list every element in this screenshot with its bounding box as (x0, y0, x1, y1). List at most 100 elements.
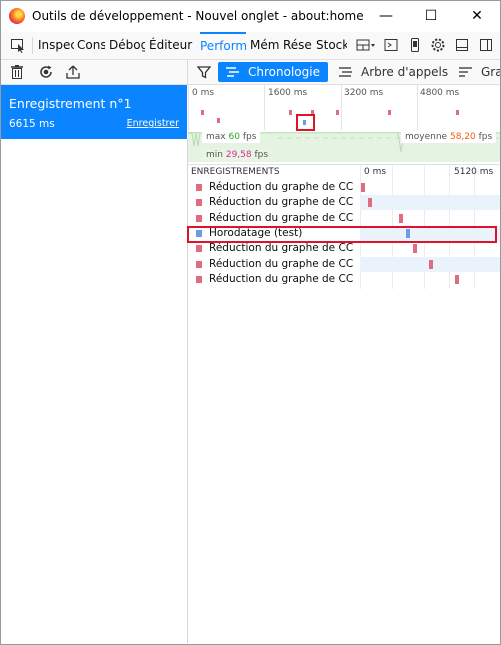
marker-swatch (196, 275, 202, 283)
maximize-button[interactable]: ☐ (408, 1, 454, 31)
title-bar: Outils de développement - Nouvel onglet … (1, 1, 500, 31)
waterfall-marker (428, 259, 433, 269)
overview-marker (388, 110, 391, 115)
waterfall-row-label: Réduction du graphe de CC (209, 211, 354, 224)
recordings-toolbar (1, 60, 188, 85)
tab-flame-graph-label: Gra (481, 65, 500, 79)
tab-performance[interactable]: Perform (200, 32, 246, 59)
close-window-button[interactable]: ✕ (454, 1, 500, 31)
recording-title: Enregistrement n°1 (9, 96, 132, 111)
tab-flame-graph[interactable]: Gra (456, 62, 500, 82)
toolbox-separator (32, 37, 33, 54)
tab-style-editor[interactable]: Éditeur d (149, 32, 195, 59)
waterfall-track (360, 272, 500, 287)
waterfall-row[interactable]: Réduction du graphe de CC (188, 241, 500, 256)
waterfall-header-label: ENREGISTREMENTS (191, 167, 280, 177)
fps-min-value: 29,58 (225, 150, 252, 160)
tab-console[interactable]: Cons (77, 32, 105, 59)
overview-gridline (264, 85, 265, 130)
waterfall-marker (399, 213, 404, 223)
overview-marker (217, 118, 220, 123)
timeline-icon (225, 65, 240, 85)
record-icon[interactable] (38, 64, 54, 80)
recording-item[interactable]: Enregistrement n°1 6615 ms Enregistrer (1, 85, 187, 139)
timeline-overview[interactable]: 0 ms 1600 ms 3200 ms 4800 ms max 60 fps … (188, 85, 500, 163)
fps-max: max 60 fps (202, 131, 261, 143)
fps-max-value: 60 (228, 132, 240, 142)
waterfall-row-label: Réduction du graphe de CC (209, 181, 354, 193)
waterfall-row[interactable]: Réduction du graphe de CC (188, 272, 500, 287)
filter-icon[interactable] (196, 64, 212, 80)
save-recording-link[interactable]: Enregistrer (127, 118, 179, 129)
pick-element-icon[interactable] (10, 37, 26, 53)
overview-tick: 0 ms (192, 88, 215, 98)
overview-gridline (417, 85, 418, 130)
firefox-logo-icon (9, 8, 25, 24)
overview-marker (201, 110, 204, 115)
call-tree-icon (338, 65, 353, 85)
overview-marker (336, 110, 339, 115)
waterfall-tick: 5120 ms (454, 167, 494, 177)
waterfall-marker (455, 274, 460, 284)
waterfall-track (360, 211, 500, 226)
tab-timeline[interactable]: Chronologie (218, 62, 328, 82)
waterfall-tick: 0 ms (364, 167, 387, 177)
fps-min-label: min (206, 150, 223, 160)
waterfall-row[interactable]: Réduction du graphe de CC (188, 256, 500, 272)
dock-icon[interactable] (454, 37, 470, 53)
minimize-button[interactable]: — (363, 1, 409, 31)
window-title: Outils de développement - Nouvel onglet … (32, 9, 364, 23)
import-icon[interactable] (65, 64, 81, 80)
tab-debugger[interactable]: Débog (109, 32, 145, 59)
fps-max-label: max (206, 132, 226, 142)
waterfall-marker (361, 183, 366, 192)
fps-max-unit: fps (242, 132, 257, 142)
flame-graph-icon (458, 65, 473, 82)
overview-tick: 3200 ms (344, 88, 384, 98)
waterfall-track (360, 241, 500, 256)
marker-swatch (196, 199, 202, 207)
toolbox-tabbar: Inspec Cons Débog Éditeur d Perform Mém … (1, 32, 500, 60)
settings-icon[interactable] (430, 37, 446, 53)
tab-network[interactable]: Rése (283, 32, 312, 59)
overview-gridline (341, 85, 342, 130)
fps-average-unit: fps (478, 132, 493, 142)
fps-average-label: moyenne (405, 132, 448, 142)
console-split-icon[interactable] (383, 37, 399, 53)
overview-marker (289, 110, 292, 115)
waterfall-row-label: Réduction du graphe de CC (209, 242, 354, 255)
responsive-icon[interactable] (407, 37, 423, 53)
tab-timeline-label: Chronologie (248, 65, 320, 79)
overview-gridline (188, 85, 189, 130)
tab-memory[interactable]: Mém (250, 32, 279, 59)
waterfall-header: ENREGISTREMENTS 0 ms 5120 ms (188, 165, 500, 180)
marker-swatch (196, 184, 202, 191)
waterfall-marker (413, 244, 418, 254)
marker-swatch (196, 260, 202, 268)
fps-average-value: 58,20 (449, 132, 476, 142)
waterfall-empty-area (188, 289, 500, 643)
waterfall-row-label: Réduction du graphe de CC (209, 196, 354, 209)
tab-storage[interactable]: Stock (316, 32, 347, 59)
recording-duration: 6615 ms (9, 118, 55, 130)
marker-swatch (196, 214, 202, 222)
marker-swatch (196, 245, 202, 253)
tab-inspector[interactable]: Inspec (38, 32, 74, 59)
waterfall-row-label: Réduction du graphe de CC (209, 257, 354, 270)
overview-tick: 1600 ms (268, 88, 308, 98)
waterfall-track (360, 180, 500, 195)
layout-icon[interactable] (356, 37, 378, 53)
tab-call-tree[interactable]: Arbre d'appels (336, 62, 449, 85)
fps-min-unit: fps (254, 150, 269, 160)
details-toolbar: Chronologie Arbre d'appels Gra (188, 60, 500, 85)
waterfall-row[interactable]: Réduction du graphe de CC (188, 180, 500, 195)
fps-min: min 29,58 fps (202, 149, 273, 161)
waterfall-row[interactable]: Réduction du graphe de CC (188, 211, 500, 226)
waterfall-row[interactable]: Réduction du graphe de CC (188, 195, 500, 211)
waterfall-row-label: Réduction du graphe de CC (209, 272, 354, 285)
trash-icon[interactable] (9, 64, 25, 80)
fps-average: moyenne 58,20 fps (401, 131, 497, 143)
tab-call-tree-label: Arbre d'appels (361, 65, 449, 79)
overview-tick: 4800 ms (420, 88, 460, 98)
close-devtools-icon[interactable] (478, 37, 494, 53)
